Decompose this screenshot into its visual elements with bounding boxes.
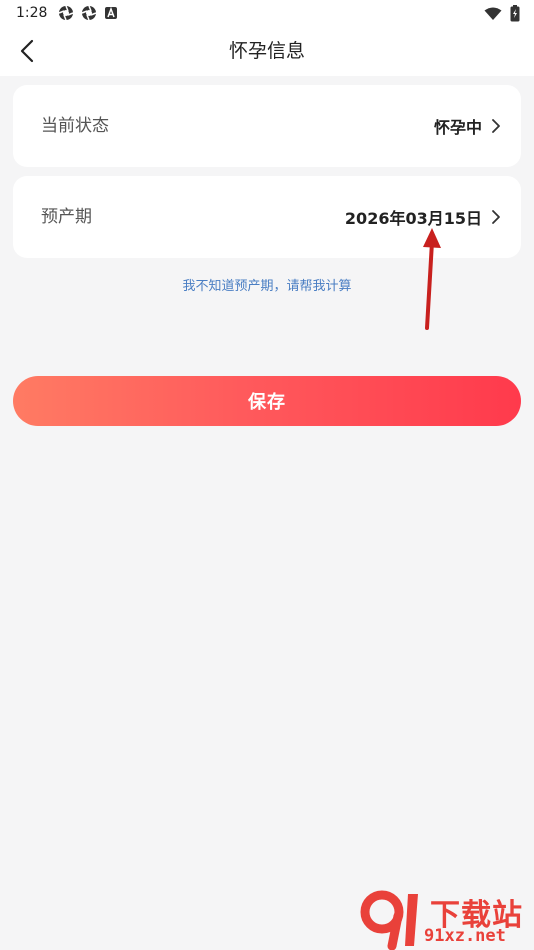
- aperture-icon: [81, 5, 97, 21]
- back-arrow-icon: [20, 39, 34, 63]
- status-time: 1:28: [16, 5, 48, 21]
- page-title: 怀孕信息: [228, 40, 305, 62]
- back-button[interactable]: [12, 36, 44, 68]
- notification-icons: [58, 5, 118, 21]
- aperture-icon: [58, 5, 74, 21]
- current-status-row[interactable]: 当前状态 怀孕中: [13, 85, 521, 167]
- battery-charging-icon: [510, 5, 520, 22]
- current-status-label: 当前状态: [41, 116, 109, 136]
- site-logo-icon: [360, 890, 418, 950]
- current-status-value: 怀孕中: [433, 118, 482, 137]
- wifi-icon: [484, 7, 502, 20]
- chevron-right-icon: [492, 119, 500, 133]
- watermark-logo: 下载站 91xz.net: [358, 888, 534, 950]
- watermark-url: 91xz.net: [424, 926, 506, 946]
- save-button[interactable]: 保存: [13, 376, 521, 426]
- system-icons: [484, 5, 520, 22]
- chevron-right-icon: [492, 210, 500, 224]
- nav-bar: 怀孕信息: [0, 28, 534, 76]
- app-a-icon: [105, 6, 117, 19]
- calculate-due-date-link[interactable]: 我不知道预产期，请帮我计算: [0, 275, 534, 294]
- due-date-label: 预产期: [41, 207, 92, 227]
- status-bar: 1:28: [0, 0, 534, 28]
- annotation-arrow-icon: [423, 228, 441, 330]
